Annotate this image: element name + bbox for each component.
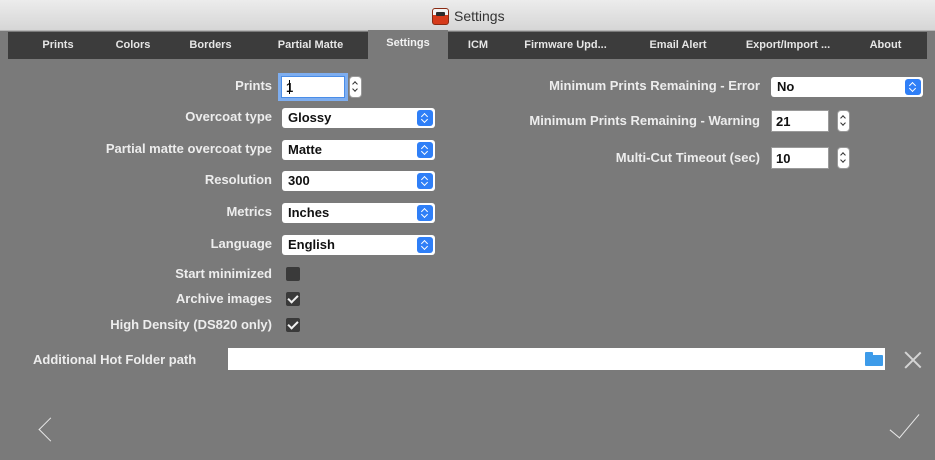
tab-colors[interactable]: Colors bbox=[103, 32, 163, 59]
language-select[interactable]: English bbox=[282, 235, 435, 255]
partial-matte-select[interactable]: Matte bbox=[282, 140, 435, 160]
language-value: English bbox=[288, 237, 335, 252]
start-minimized-label: Start minimized bbox=[175, 266, 272, 281]
tab-borders[interactable]: Borders bbox=[178, 32, 243, 59]
tab-firmware-update[interactable]: Firmware Upd... bbox=[513, 32, 618, 59]
tab-icm[interactable]: ICM bbox=[453, 32, 503, 59]
title-wrap: Settings bbox=[432, 7, 505, 25]
folder-icon[interactable] bbox=[865, 352, 883, 366]
min-warning-input[interactable]: 21 bbox=[771, 110, 829, 132]
min-error-value: No bbox=[777, 79, 795, 94]
tab-settings[interactable]: Settings bbox=[368, 30, 448, 59]
overcoat-select[interactable]: Glossy bbox=[282, 108, 435, 128]
title-bar: Settings bbox=[0, 0, 935, 31]
updown-chevron-icon bbox=[905, 79, 921, 95]
printer-app-icon bbox=[432, 7, 449, 25]
text-caret bbox=[289, 80, 291, 94]
folder-body bbox=[865, 355, 883, 366]
back-chevron-icon[interactable] bbox=[34, 411, 58, 451]
hot-folder-label: Additional Hot Folder path bbox=[33, 352, 197, 367]
updown-chevron-icon bbox=[417, 142, 433, 158]
tab-partial-matte[interactable]: Partial Matte bbox=[263, 32, 358, 59]
multicut-label: Multi-Cut Timeout (sec) bbox=[615, 150, 760, 165]
high-density-label: High Density (DS820 only) bbox=[110, 317, 272, 332]
window-title: Settings bbox=[454, 8, 505, 24]
settings-panel: Prints 1 Overcoat type Glossy Partial ma… bbox=[8, 59, 927, 453]
archive-images-label: Archive images bbox=[175, 291, 272, 306]
language-label: Language bbox=[210, 236, 272, 251]
archive-images-checkbox[interactable] bbox=[286, 292, 300, 306]
updown-chevron-icon bbox=[417, 110, 433, 126]
resolution-select[interactable]: 300 bbox=[282, 171, 435, 191]
resolution-value: 300 bbox=[288, 173, 310, 188]
multicut-input[interactable]: 10 bbox=[771, 147, 829, 169]
prints-stepper[interactable] bbox=[349, 76, 362, 98]
metrics-label: Metrics bbox=[226, 204, 272, 219]
overcoat-value: Glossy bbox=[288, 110, 332, 125]
partial-matte-label: Partial matte overcoat type bbox=[105, 141, 272, 156]
updown-chevron-icon bbox=[417, 173, 433, 189]
start-minimized-checkbox[interactable] bbox=[286, 267, 300, 281]
tab-prints[interactable]: Prints bbox=[28, 32, 88, 59]
updown-chevron-icon bbox=[417, 205, 433, 221]
hot-folder-path-input[interactable] bbox=[228, 348, 885, 370]
tab-bar: Prints Colors Borders Partial Matte Sett… bbox=[8, 30, 927, 59]
tab-about[interactable]: About bbox=[858, 32, 913, 59]
metrics-value: Inches bbox=[288, 205, 330, 220]
min-warning-label: Minimum Prints Remaining - Warning bbox=[529, 113, 760, 128]
metrics-select[interactable]: Inches bbox=[282, 203, 435, 223]
prints-label: Prints bbox=[235, 78, 272, 93]
overcoat-label: Overcoat type bbox=[185, 109, 272, 124]
min-error-select[interactable]: No bbox=[771, 77, 923, 97]
confirm-checkmark-icon[interactable] bbox=[888, 409, 918, 445]
min-warning-stepper[interactable] bbox=[837, 110, 850, 132]
min-error-label: Minimum Prints Remaining - Error bbox=[549, 78, 760, 93]
tab-export-import[interactable]: Export/Import ... bbox=[733, 32, 843, 59]
multicut-stepper[interactable] bbox=[837, 147, 850, 169]
clear-path-icon[interactable] bbox=[903, 349, 923, 369]
tab-email-alert[interactable]: Email Alert bbox=[633, 32, 723, 59]
partial-matte-value: Matte bbox=[288, 142, 322, 157]
resolution-label: Resolution bbox=[204, 172, 272, 187]
updown-chevron-icon bbox=[417, 237, 433, 253]
prints-input[interactable]: 1 bbox=[281, 76, 345, 98]
high-density-checkbox[interactable] bbox=[286, 318, 300, 332]
